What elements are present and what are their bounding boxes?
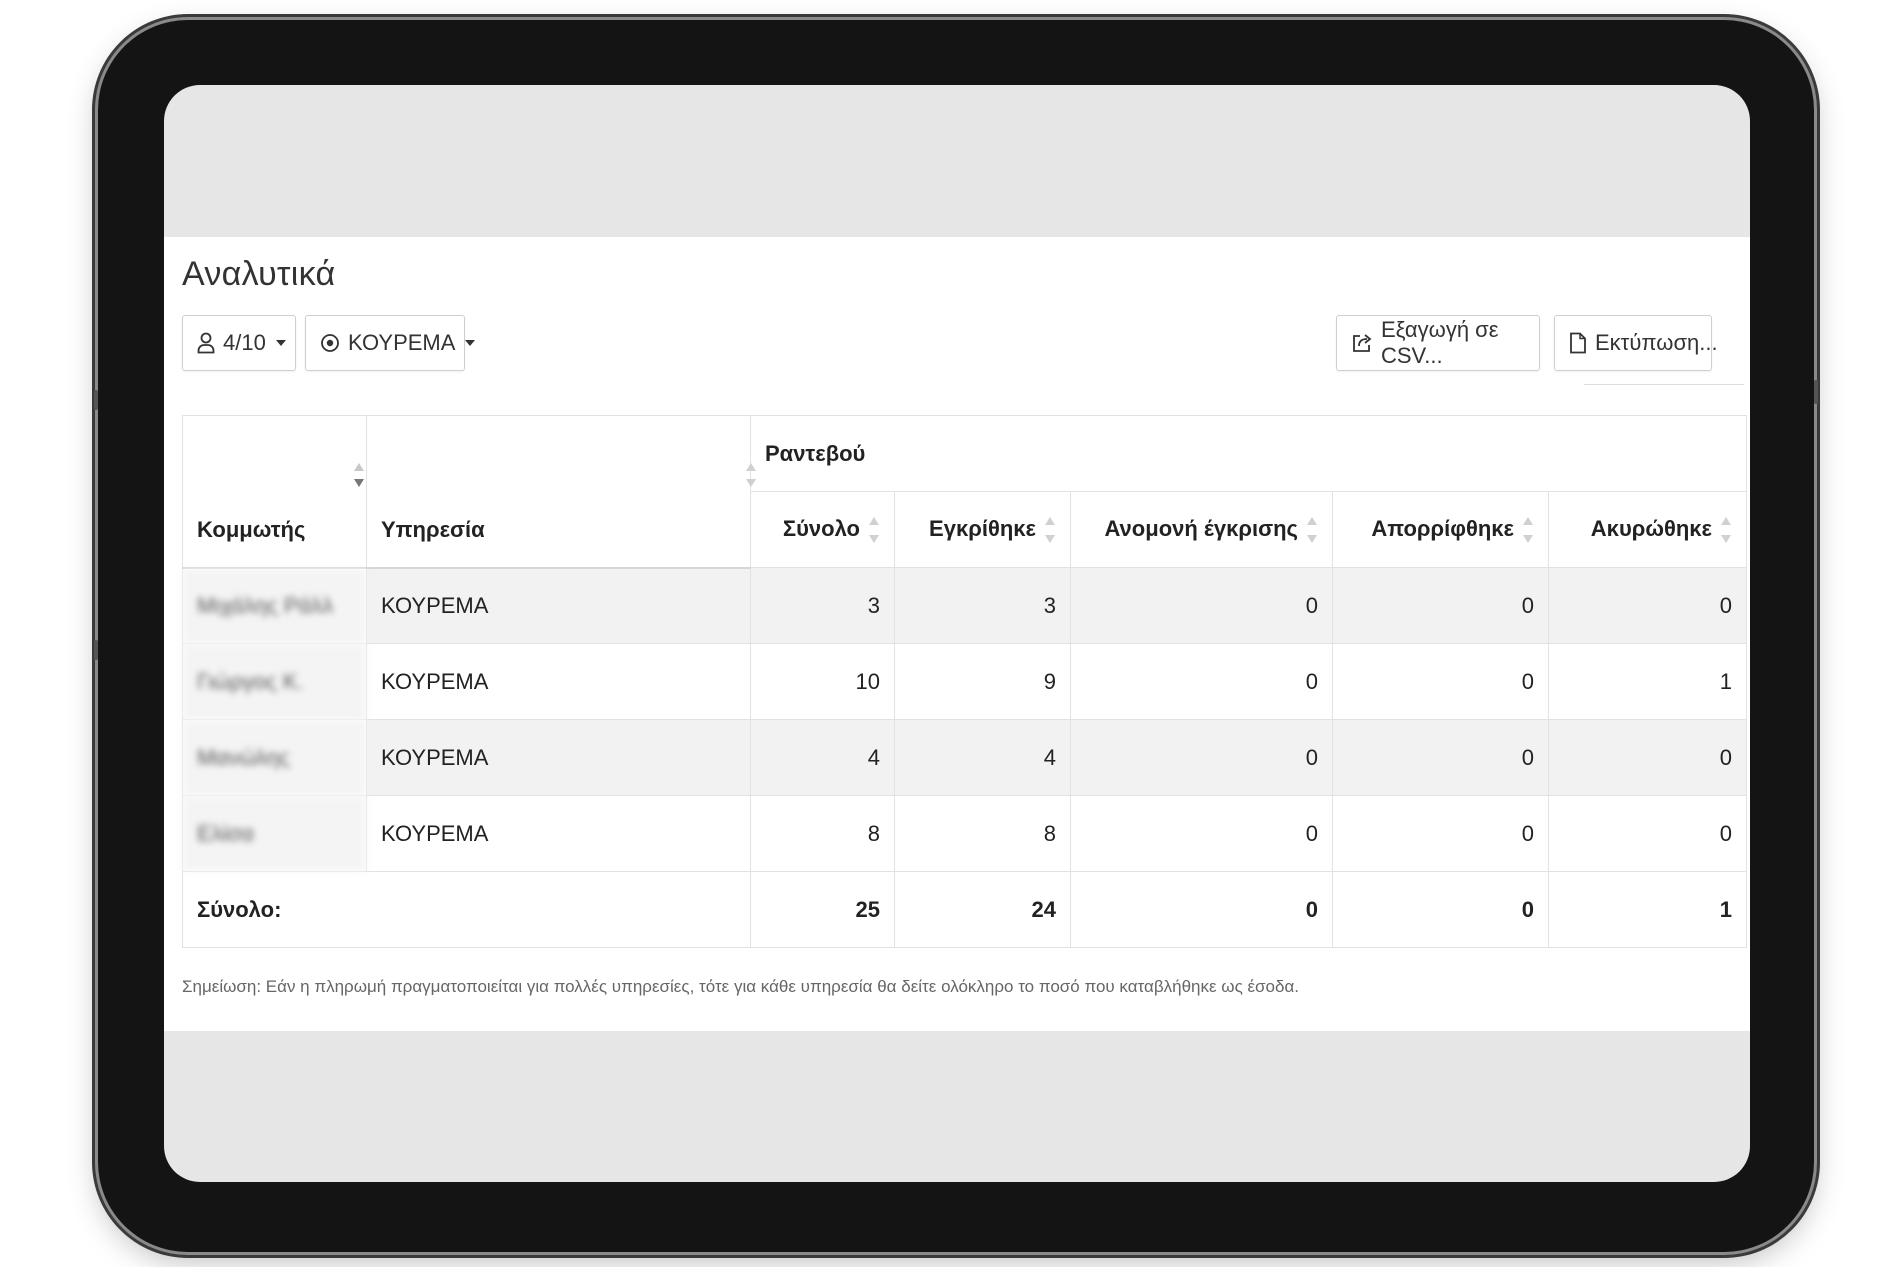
column-header-rejected[interactable]: Απορρίφθηκε	[1332, 491, 1549, 568]
total-sum: 25	[750, 871, 895, 948]
tablet-screen: Αναλυτικά 4/10 ΚΟΥΡΕΜΑ Εξαγωγή σε CSV...…	[164, 85, 1750, 1182]
service-cell: ΚΟΥΡΕΜΑ	[366, 719, 751, 796]
export-icon	[1353, 334, 1372, 352]
service-target-icon	[321, 334, 339, 352]
table-row: Γιώργος Κ. ΚΟΥΡΕΜΑ 10 9 0 0 1	[182, 643, 1747, 720]
page-title: Αναλυτικά	[182, 255, 336, 293]
pending-cell: 0	[1070, 643, 1333, 720]
sort-icon[interactable]	[1522, 515, 1534, 545]
rejected-sum: 0	[1332, 871, 1549, 948]
cancelled-sum: 1	[1548, 871, 1747, 948]
total-cell: 4	[750, 719, 895, 796]
cancelled-cell: 0	[1548, 719, 1747, 796]
pending-cell: 0	[1070, 719, 1333, 796]
divider	[1584, 384, 1744, 385]
file-icon	[1570, 332, 1586, 354]
barber-name: Μιχάλης Ράλλ	[182, 567, 367, 644]
chevron-down-icon	[275, 340, 286, 346]
column-header-cancelled[interactable]: Ακυρώθηκε	[1548, 491, 1747, 568]
barber-name: Ελίσα	[182, 795, 367, 872]
tablet-frame: Αναλυτικά 4/10 ΚΟΥΡΕΜΑ Εξαγωγή σε CSV...…	[94, 20, 1818, 1252]
sort-icon[interactable]	[868, 515, 880, 545]
column-header-approved[interactable]: Εγκρίθηκε	[894, 491, 1071, 568]
table-row: Ελίσα ΚΟΥΡΕΜΑ 8 8 0 0 0	[182, 795, 1747, 872]
sort-icon[interactable]	[745, 461, 757, 493]
approved-cell: 9	[894, 643, 1071, 720]
total-cell: 3	[750, 567, 895, 644]
approved-cell: 3	[894, 567, 1071, 644]
pending-sum: 0	[1070, 871, 1333, 948]
column-header-pending[interactable]: Ανομονή έγκρισης	[1070, 491, 1333, 568]
totals-label: Σύνολο:	[182, 871, 751, 948]
approved-cell: 8	[894, 795, 1071, 872]
column-group-appointments: Ραντεβού	[750, 415, 1747, 492]
approved-sum: 24	[894, 871, 1071, 948]
sort-icon[interactable]	[1720, 515, 1732, 545]
service-filter-dropdown[interactable]: ΚΟΥΡΕΜΑ	[305, 315, 476, 371]
column-header-total[interactable]: Σύνολο	[750, 491, 895, 568]
user-icon	[197, 332, 215, 354]
service-filter-label: ΚΟΥΡΕΜΑ	[348, 330, 456, 355]
barber-name: Γιώργος Κ.	[182, 643, 367, 720]
cancelled-cell: 0	[1548, 567, 1747, 644]
staff-filter-label: 4/10	[223, 330, 266, 355]
column-header-barber[interactable]: Κομμωτής	[182, 415, 367, 569]
barber-name: Μανώλης	[182, 719, 367, 796]
service-cell: ΚΟΥΡΕΜΑ	[366, 567, 751, 644]
totals-row: Σύνολο: 25 24 0 0 1	[182, 871, 1747, 948]
export-csv-button[interactable]: Εξαγωγή σε CSV...	[1336, 315, 1540, 371]
tablet-side-button	[94, 640, 98, 660]
print-label: Εκτύπωση...	[1595, 330, 1718, 355]
column-header-service[interactable]: Υπηρεσία	[366, 415, 756, 569]
rejected-cell: 0	[1332, 719, 1549, 796]
report-panel: Αναλυτικά 4/10 ΚΟΥΡΕΜΑ Εξαγωγή σε CSV...…	[164, 237, 1750, 1031]
service-cell: ΚΟΥΡΕΜΑ	[366, 643, 751, 720]
pending-cell: 0	[1070, 795, 1333, 872]
footnote: Σημείωση: Εάν η πληρωμή πραγματοποιείται…	[182, 977, 1300, 996]
table-row: Μιχάλης Ράλλ ΚΟΥΡΕΜΑ 3 3 0 0 0	[182, 567, 1747, 644]
pending-cell: 0	[1070, 567, 1333, 644]
cancelled-cell: 1	[1548, 643, 1747, 720]
rejected-cell: 0	[1332, 795, 1549, 872]
sort-desc-icon[interactable]	[353, 461, 365, 493]
staff-filter-dropdown[interactable]: 4/10	[182, 315, 296, 371]
export-csv-label: Εξαγωγή σε CSV...	[1381, 317, 1499, 368]
rejected-cell: 0	[1332, 567, 1549, 644]
sort-icon[interactable]	[1044, 515, 1056, 545]
tablet-side-button	[94, 390, 98, 410]
tablet-side-button	[1814, 380, 1818, 404]
service-cell: ΚΟΥΡΕΜΑ	[366, 795, 751, 872]
print-button[interactable]: Εκτύπωση...	[1554, 315, 1718, 371]
total-cell: 8	[750, 795, 895, 872]
appointments-report-table: Κομμωτής Υπηρεσία Ραντεβού Σύνολο Εγκρίθ…	[182, 415, 1747, 948]
table-row: Μανώλης ΚΟΥΡΕΜΑ 4 4 0 0 0	[182, 719, 1747, 796]
cancelled-cell: 0	[1548, 795, 1747, 872]
approved-cell: 4	[894, 719, 1071, 796]
sort-icon[interactable]	[1306, 515, 1318, 545]
rejected-cell: 0	[1332, 643, 1549, 720]
chevron-down-icon	[465, 340, 476, 346]
total-cell: 10	[750, 643, 895, 720]
